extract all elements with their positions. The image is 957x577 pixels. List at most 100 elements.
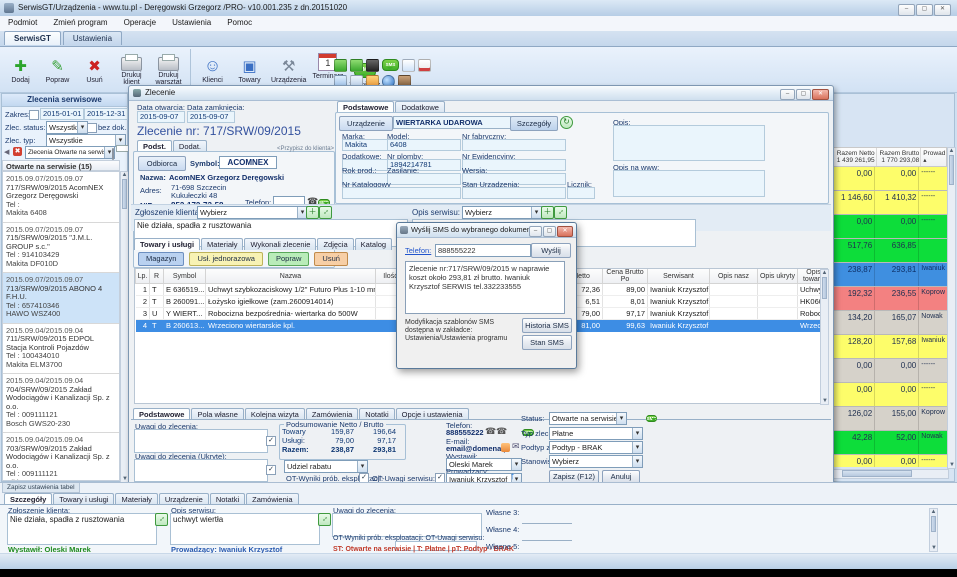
service-order-item[interactable]: 2015.09.04/2015.09.04711/SRW/09/2015 EDP…: [3, 324, 119, 375]
opis-textarea[interactable]: [613, 125, 765, 161]
menu-item-podmiot[interactable]: Podmiot: [0, 16, 45, 29]
print-icon[interactable]: [112, 148, 114, 160]
typ-dropdown[interactable]: Płatne: [549, 427, 643, 440]
items-col-brutto[interactable]: Cena Brutto Po: [603, 269, 648, 284]
zgloszenie-dropdown[interactable]: Wybierz: [197, 206, 308, 219]
totals-row[interactable]: 128,20157,68Iwaniuk: [832, 335, 947, 359]
podtyp-dropdown[interactable]: Podtyp - BRAK: [549, 441, 643, 454]
bp-zgloszenie-expand-icon[interactable]: ↕: [155, 513, 168, 526]
odbiorca-button[interactable]: Odbiorca: [138, 156, 186, 171]
items-col-r[interactable]: R: [150, 269, 164, 284]
action-button-magazyn[interactable]: Magazyn: [138, 252, 184, 266]
ribbon-tab-serwisgt[interactable]: SerwisGT: [4, 31, 61, 45]
opis-serwisu-expand-icon[interactable]: ↕: [554, 206, 567, 219]
totals-row[interactable]: 0,000,00------: [832, 215, 947, 239]
items-col-symbol[interactable]: Symbol: [164, 269, 206, 284]
items-col-lp[interactable]: Lp.: [136, 269, 150, 284]
tab-materiały[interactable]: Materiały: [201, 238, 243, 250]
phone-add-icon[interactable]: [334, 59, 347, 72]
totals-row[interactable]: 0,000,00------: [832, 383, 947, 407]
totals-row[interactable]: 0,000,00------: [832, 167, 947, 191]
stan-urzadzenia-field[interactable]: [462, 187, 566, 199]
items-col-opis_nasz[interactable]: Opis nasz: [710, 269, 758, 284]
zgloszenie-add-icon[interactable]: ＋: [306, 206, 319, 219]
dialog-minimize-icon[interactable]: –: [780, 89, 795, 100]
bp-opis-expand-icon[interactable]: ↕: [318, 513, 331, 526]
service-order-item[interactable]: 2015.09.04/2015.09.04703/SRW/09/2015 Zak…: [3, 433, 119, 481]
uwagi-ukryte-textarea[interactable]: [134, 459, 268, 482]
zasilanie-field[interactable]: [387, 173, 461, 185]
marka-value[interactable]: Makita: [342, 139, 388, 151]
phone-call-icon[interactable]: [350, 59, 363, 72]
card-icon[interactable]: [418, 59, 431, 72]
action-button-usł-jednorazowa[interactable]: Usł. jednorazowa: [189, 252, 263, 266]
totals-vscrollbar[interactable]: ▲▼: [947, 147, 956, 469]
ribbon-tab-ustawienia[interactable]: Ustawienia: [63, 31, 122, 45]
data-zamkniecia-field[interactable]: 2015-09-07: [187, 111, 235, 123]
bp-zgloszenie-box[interactable]: Nie działa, spadła z rusztowania: [7, 513, 157, 545]
bp-uwagi-box[interactable]: [332, 513, 482, 537]
licznik-field[interactable]: [567, 187, 595, 199]
date-to-field[interactable]: 2015-12-31: [84, 108, 128, 120]
close-icon[interactable]: ✕: [934, 4, 951, 16]
totals-row[interactable]: 42,2852,00Nowak: [832, 431, 947, 455]
totals-row[interactable]: 0,000,00------: [832, 455, 947, 467]
toolbar-button-dodaj[interactable]: ✚Dodaj: [3, 54, 38, 85]
urzadzenie-button[interactable]: Urządzenie: [339, 116, 393, 131]
phone-dial-icon[interactable]: ☎: [485, 426, 496, 437]
toolbar-button-usuń[interactable]: ✖Usuń: [77, 54, 112, 85]
totals-row[interactable]: 238,87293,81Iwaniuk: [832, 263, 947, 287]
wyslij-button[interactable]: Wyślij: [531, 243, 571, 258]
menu-item-ustawienia[interactable]: Ustawienia: [164, 16, 219, 29]
status-sms-icon[interactable]: SMS: [646, 415, 658, 422]
maximize-icon[interactable]: ▢: [916, 4, 933, 16]
phone-call2-icon[interactable]: ☎: [496, 426, 507, 437]
service-order-item[interactable]: 2015.09.07/2015.09.07715/SRW/09/2015 "J.…: [3, 223, 119, 274]
opis-serwisu-dropdown[interactable]: Wybierz: [462, 206, 542, 219]
opis-www-textarea[interactable]: [613, 170, 765, 197]
menu-item-zmień-program[interactable]: Zmień program: [45, 16, 115, 29]
dialog-close-icon[interactable]: ✕: [812, 89, 829, 100]
service-order-item[interactable]: 2015.09.07/2015.09.07713/SRW/09/2015 ABO…: [3, 273, 119, 324]
totals-row[interactable]: 192,32236,55Koprow: [832, 287, 947, 311]
refresh-icon[interactable]: ↻: [560, 116, 573, 129]
opis-serwisu-add-icon[interactable]: ＋: [541, 206, 554, 219]
status-dropdown[interactable]: Otwarte na serwisie: [549, 412, 627, 425]
sms-message-box[interactable]: Zlecenie nr:717/SRW/09/2015 w naprawie k…: [405, 261, 565, 314]
items-col-nazwa[interactable]: Nazwa: [206, 269, 376, 284]
toolbar-button-drukuj-warsztat[interactable]: Drukuj warsztat: [151, 49, 186, 87]
udziel-rabatu-dropdown[interactable]: Udziel rabatu: [284, 460, 368, 473]
sms-maximize-icon[interactable]: ▢: [543, 226, 556, 237]
totals-row[interactable]: 134,20165,07Nowak: [832, 311, 947, 335]
action-button-usuń[interactable]: Usuń: [314, 252, 348, 266]
sms-bubble-icon[interactable]: SMS: [382, 59, 399, 71]
prev-icon[interactable]: ◀: [4, 148, 9, 156]
dialog-maximize-icon[interactable]: ▢: [796, 89, 811, 100]
bp-opis-box[interactable]: uchwyt wiertła: [170, 513, 320, 545]
tab-katalog[interactable]: Katalog: [355, 238, 392, 250]
toolbar-button-urządzenia[interactable]: ⚒Urządzenia: [269, 54, 308, 85]
zakres-checkbox[interactable]: [29, 110, 39, 120]
menu-item-pomoc[interactable]: Pomoc: [219, 16, 260, 29]
tab-towary-i-usługi[interactable]: Towary i usługi: [134, 238, 200, 250]
sms-minimize-icon[interactable]: –: [529, 226, 542, 237]
totals-row[interactable]: 126,02155,00Koprow: [832, 407, 947, 431]
model-value[interactable]: 6408: [387, 139, 461, 151]
nr-fabryczny-field[interactable]: [462, 139, 566, 151]
nr-katalogowy-field[interactable]: [342, 187, 461, 199]
items-table-scrollbar[interactable]: ▲▼: [820, 269, 829, 405]
pin-icon[interactable]: [366, 59, 379, 72]
historia-sms-button[interactable]: Historia SMS: [522, 318, 572, 333]
stanowisko-dropdown[interactable]: Wybierz: [549, 455, 643, 468]
action-button-popraw[interactable]: Popraw: [268, 252, 309, 266]
telefon2-value[interactable]: 888555222: [446, 428, 484, 437]
uwagi-checkbox[interactable]: ✓: [266, 436, 276, 446]
save-table-settings-link[interactable]: Zapisz ustawienia tabel: [2, 483, 80, 493]
items-col-serwisant[interactable]: Serwisant: [648, 269, 710, 284]
email-flag-icon[interactable]: [501, 443, 510, 452]
view-dropdown[interactable]: Zlecenia Otwarte na serwisie: [25, 146, 115, 159]
service-order-item[interactable]: 2015.09.07/2015.09.07717/SRW/09/2015 Aco…: [3, 172, 119, 223]
totals-row[interactable]: 517,76636,85: [832, 239, 947, 263]
clear-filter-icon[interactable]: ✖: [13, 147, 22, 156]
service-order-item[interactable]: 2015.09.04/2015.09.04704/SRW/09/2015 Zak…: [3, 374, 119, 433]
